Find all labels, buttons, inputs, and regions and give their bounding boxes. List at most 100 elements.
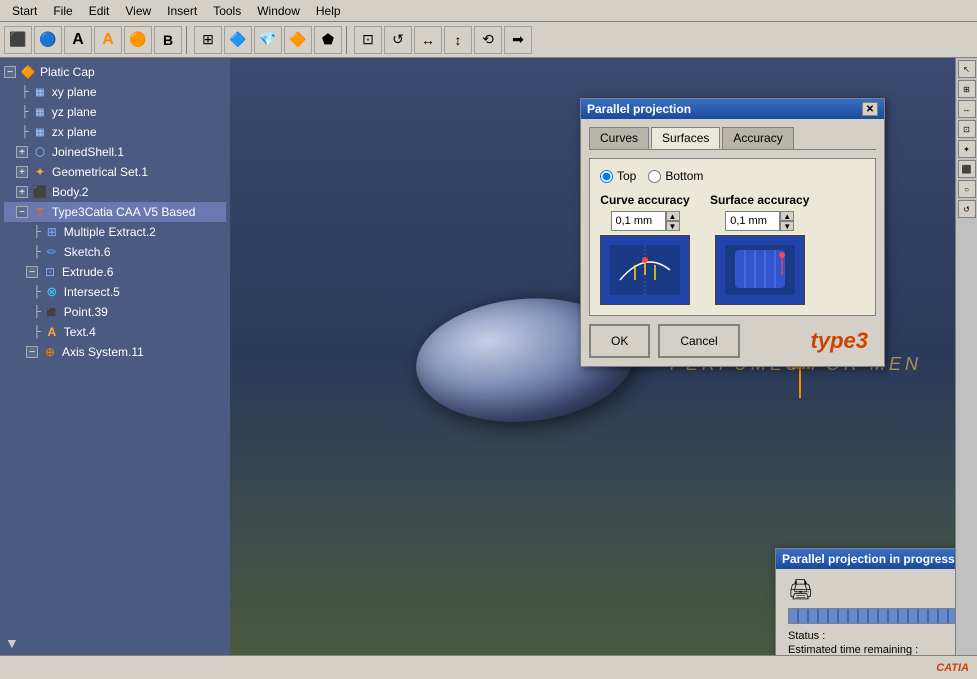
main-area: − 🔶 Platic Cap ├ ▦ xy plane ├ ▦ yz plane…: [0, 58, 977, 655]
tree-item-yz-plane[interactable]: ├ ▦ yz plane: [4, 102, 226, 122]
statusbar: CATIA: [0, 655, 977, 679]
tree-label-axis-system: Axis System.11: [62, 345, 144, 359]
radio-top[interactable]: Top: [600, 169, 636, 183]
surface-accuracy-field[interactable]: [725, 211, 780, 231]
surface-preview-svg: [720, 240, 800, 300]
right-btn-4[interactable]: ⊡: [958, 120, 976, 138]
menu-insert[interactable]: Insert: [159, 2, 205, 20]
menu-help[interactable]: Help: [308, 2, 349, 20]
right-btn-5[interactable]: ✦: [958, 140, 976, 158]
curve-spinner-down[interactable]: ▼: [666, 221, 680, 231]
tree-item-axis-system[interactable]: − ⊕ Axis System.11: [4, 342, 226, 362]
tree-item-multiple-extract[interactable]: ├ ⊞ Multiple Extract.2: [4, 222, 226, 242]
tree-root[interactable]: − 🔶 Platic Cap: [4, 62, 226, 82]
menu-window[interactable]: Window: [249, 2, 308, 20]
right-btn-6[interactable]: ⬛: [958, 160, 976, 178]
toolbar-btn-15[interactable]: ↕: [444, 26, 472, 54]
curve-spinner-up[interactable]: ▲: [666, 211, 680, 221]
tree-item-xy-plane[interactable]: ├ ▦ xy plane: [4, 82, 226, 102]
tree-label-geo-set: Geometrical Set.1: [52, 165, 148, 179]
tab-surfaces[interactable]: Surfaces: [651, 127, 720, 149]
extrude-expand[interactable]: −: [26, 266, 38, 278]
surface-accuracy-preview: [715, 235, 805, 305]
progress-icon-row: 🖨 Projecting curves on surfaces: [788, 577, 955, 602]
toolbar-btn-3[interactable]: A: [64, 26, 92, 54]
toolbar-btn-10[interactable]: 🔶: [284, 26, 312, 54]
tree-item-geo-set[interactable]: + ✦ Geometrical Set.1: [4, 162, 226, 182]
tree-label-sketch6: Sketch.6: [64, 245, 111, 259]
type3-icon: T: [30, 204, 50, 220]
joined-shell-expand[interactable]: +: [16, 146, 28, 158]
right-btn-7[interactable]: ○: [958, 180, 976, 198]
menu-view[interactable]: View: [117, 2, 159, 20]
text-icon: A: [42, 324, 62, 340]
menu-tools[interactable]: Tools: [205, 2, 249, 20]
viewport-3d[interactable]: Y X PERFUMES FOR MEN CATIA Parallel proj…: [230, 58, 955, 655]
tree-item-joined-shell[interactable]: + ⬡ JoinedShell.1: [4, 142, 226, 162]
tree-item-point39[interactable]: ├ ⬛ Point.39: [4, 302, 226, 322]
menu-start[interactable]: Start: [4, 2, 45, 20]
tree-label-xy-plane: xy plane: [52, 85, 97, 99]
right-btn-2[interactable]: ⊞: [958, 80, 976, 98]
status-label: Status :: [788, 630, 825, 642]
tree-root-expand[interactable]: −: [4, 66, 16, 78]
dialog-content-pp: Curves Surfaces Accuracy Top Bottom: [581, 119, 884, 366]
tab-accuracy[interactable]: Accuracy: [722, 127, 793, 149]
toolbar-btn-14[interactable]: ↔: [414, 26, 442, 54]
parallel-projection-dialog: Parallel projection ✕ Curves Surfaces Ac…: [580, 98, 885, 367]
menu-edit[interactable]: Edit: [81, 2, 118, 20]
geo-set-expand[interactable]: +: [16, 166, 28, 178]
toolbar-btn-7[interactable]: ⊞: [194, 26, 222, 54]
right-btn-3[interactable]: ↔: [958, 100, 976, 118]
tree-item-sketch6[interactable]: ├ ✏ Sketch.6: [4, 242, 226, 262]
point-icon: ⬛: [42, 304, 62, 320]
dialog-title-pp: Parallel projection: [587, 102, 691, 116]
extract-icon: ⊞: [42, 224, 62, 240]
cancel-button-pp[interactable]: Cancel: [658, 324, 739, 358]
body-icon: ⬛: [30, 184, 50, 200]
right-btn-1[interactable]: ↖: [958, 60, 976, 78]
tree-item-text4[interactable]: ├ A Text.4: [4, 322, 226, 342]
tree-label-text4: Text.4: [64, 325, 96, 339]
tree-scroll-down[interactable]: ▼: [5, 635, 19, 651]
body-expand[interactable]: +: [16, 186, 28, 198]
plane-icon-2: ▦: [30, 104, 50, 120]
radio-bottom[interactable]: Bottom: [648, 169, 703, 183]
tab-curves[interactable]: Curves: [589, 127, 649, 149]
tree-item-body[interactable]: + ⬛ Body.2: [4, 182, 226, 202]
radio-bottom-input[interactable]: [648, 170, 661, 183]
progress-bar-fill: [789, 609, 955, 623]
toolbar-btn-11[interactable]: ⬟: [314, 26, 342, 54]
surface-spinner-down[interactable]: ▼: [780, 221, 794, 231]
progress-icon: 🖨: [788, 577, 813, 602]
toolbar-btn-13[interactable]: ↺: [384, 26, 412, 54]
toolbar-btn-8[interactable]: 🔷: [224, 26, 252, 54]
axis-expand[interactable]: −: [26, 346, 38, 358]
tab-content-pp: Top Bottom Curve accuracy: [589, 158, 876, 316]
toolbar-btn-5[interactable]: 🟠: [124, 26, 152, 54]
tree-label-joined-shell: JoinedShell.1: [52, 145, 124, 159]
toolbar-btn-9[interactable]: 💎: [254, 26, 282, 54]
toolbar-btn-4[interactable]: A: [94, 26, 122, 54]
tree-item-type3catia[interactable]: − T Type3Catia CAA V5 Based: [4, 202, 226, 222]
toolbar-btn-6[interactable]: B: [154, 26, 182, 54]
tree-item-zx-plane[interactable]: ├ ▦ zx plane: [4, 122, 226, 142]
toolbar-btn-16[interactable]: ⟲: [474, 26, 502, 54]
surface-accuracy-spinner: ▲ ▼: [780, 211, 794, 231]
time-info: Estimated time remaining : 0sec: [788, 644, 955, 655]
toolbar-btn-2[interactable]: 🔵: [34, 26, 62, 54]
radio-top-input[interactable]: [600, 170, 613, 183]
progress-dialog-content: 🖨 Projecting curves on surfaces Status :…: [776, 569, 955, 655]
toolbar-btn-12[interactable]: ⊡: [354, 26, 382, 54]
tree-item-intersect5[interactable]: ├ ⊗ Intersect.5: [4, 282, 226, 302]
curve-accuracy-field[interactable]: [611, 211, 666, 231]
toolbar-btn-17[interactable]: ➡: [504, 26, 532, 54]
type3-expand[interactable]: −: [16, 206, 28, 218]
dialog-close-pp[interactable]: ✕: [862, 102, 878, 116]
surface-spinner-up[interactable]: ▲: [780, 211, 794, 221]
menu-file[interactable]: File: [45, 2, 80, 20]
right-btn-8[interactable]: ↺: [958, 200, 976, 218]
ok-button-pp[interactable]: OK: [589, 324, 650, 358]
tree-item-extrude6[interactable]: − ⊡ Extrude.6: [4, 262, 226, 282]
toolbar-btn-1[interactable]: ⬛: [4, 26, 32, 54]
